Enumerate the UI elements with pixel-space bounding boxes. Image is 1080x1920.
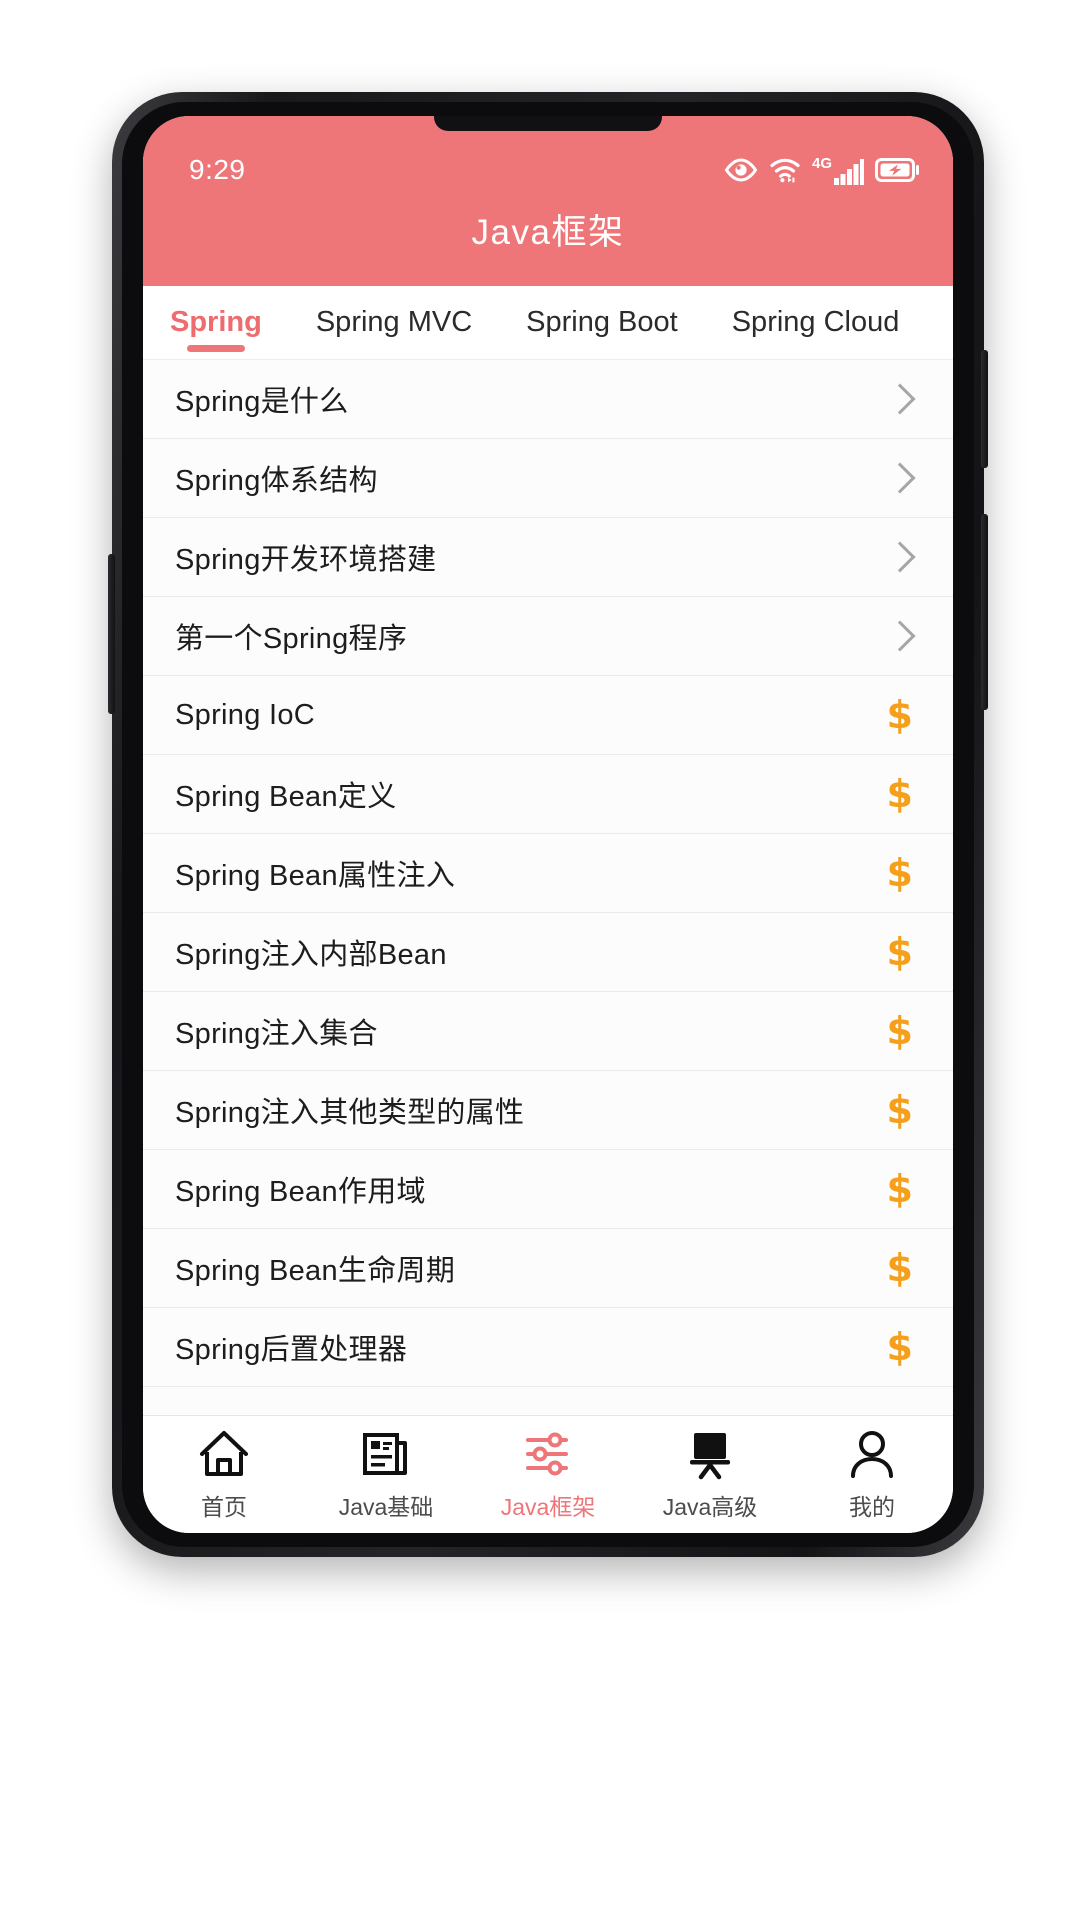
page-title: Java框架 [143, 204, 953, 255]
dollar-icon: $ [887, 696, 913, 734]
nav-label: 首页 [201, 1488, 247, 1522]
sliders-icon [522, 1428, 574, 1480]
tab-label: Spring Cloud [732, 306, 900, 339]
battery-charging-icon [875, 158, 919, 182]
presentation-icon [684, 1428, 736, 1480]
status-bar: 9:29 [143, 152, 953, 188]
nav-item-java-advanced[interactable]: Java高级 [629, 1428, 791, 1522]
nav-label: Java高级 [663, 1488, 758, 1522]
row-label: Spring开发环境搭建 [175, 536, 436, 578]
chevron-right-icon [884, 462, 915, 493]
nav-label: Java基础 [339, 1488, 434, 1522]
row-label: Spring是什么 [175, 378, 349, 420]
home-icon [198, 1428, 250, 1480]
status-time: 9:29 [189, 154, 246, 186]
table-row[interactable]: Spring注入内部Bean $ [143, 913, 953, 992]
volume-button-left[interactable] [108, 554, 115, 714]
row-label: Spring Bean生命周期 [175, 1247, 455, 1289]
tab-spring[interactable]: Spring [143, 286, 289, 360]
phone-screen: 9:29 [143, 116, 953, 1533]
nav-item-home[interactable]: 首页 [143, 1428, 305, 1522]
chevron-right-icon [884, 383, 915, 414]
dollar-icon: $ [887, 1012, 913, 1050]
newspaper-icon [360, 1428, 412, 1480]
row-label: Spring注入其他类型的属性 [175, 1089, 524, 1131]
table-row[interactable]: Spring Bean生命周期 $ [143, 1229, 953, 1308]
table-row[interactable]: Spring体系结构 [143, 439, 953, 518]
nav-item-profile[interactable]: 我的 [791, 1428, 953, 1522]
dollar-icon: $ [887, 1170, 913, 1208]
table-row[interactable]: Spring注入其他类型的属性 $ [143, 1071, 953, 1150]
tab-mybatis-partial[interactable]: M [926, 286, 953, 360]
tab-label: Spring Boot [526, 306, 678, 339]
table-row[interactable]: Spring Bean定义 $ [143, 755, 953, 834]
table-row[interactable]: Spring注入集合 $ [143, 992, 953, 1071]
table-row[interactable]: Spring Bean属性注入 $ [143, 834, 953, 913]
dollar-icon: $ [887, 854, 913, 892]
table-row[interactable]: Spring Bean作用域 $ [143, 1150, 953, 1229]
row-label: 第一个Spring程序 [175, 615, 407, 657]
row-label: Spring后置处理器 [175, 1326, 407, 1368]
dollar-icon: $ [887, 1328, 913, 1366]
row-label: Spring Bean定义 [175, 773, 397, 815]
table-row[interactable]: 第一个Spring程序 [143, 597, 953, 676]
nav-label: Java框架 [501, 1488, 596, 1522]
dollar-icon: $ [887, 1091, 913, 1129]
power-button[interactable] [981, 350, 988, 468]
row-label: Spring Bean作用域 [175, 1168, 426, 1210]
status-icons: 4G [724, 156, 919, 185]
dollar-icon: $ [887, 1249, 913, 1287]
tab-label: Spring [170, 306, 262, 339]
tab-spring-mvc[interactable]: Spring MVC [289, 286, 499, 360]
nav-item-java-basics[interactable]: Java基础 [305, 1428, 467, 1522]
table-row[interactable]: Spring开发环境搭建 [143, 518, 953, 597]
row-label: Spring注入集合 [175, 1010, 378, 1052]
wifi-icon [769, 157, 801, 183]
notch-speaker [434, 116, 662, 131]
nav-label: 我的 [849, 1488, 895, 1522]
bottom-navigation[interactable]: 首页 Java基础 [143, 1415, 953, 1533]
tab-strip[interactable]: Spring Spring MVC Spring Boot Spring Clo… [143, 286, 953, 360]
chevron-right-icon [884, 620, 915, 651]
topic-list[interactable]: Spring是什么 Spring体系结构 Spring开发环境搭建 第一个Spr… [143, 360, 953, 1415]
network-type-label: 4G [812, 156, 832, 171]
row-label: Spring体系结构 [175, 457, 378, 499]
row-label: Spring IoC [175, 699, 315, 732]
row-label: Spring Bean属性注入 [175, 852, 455, 894]
tab-label: Spring MVC [316, 306, 472, 339]
chevron-right-icon [884, 541, 915, 572]
dollar-icon: $ [887, 933, 913, 971]
table-row[interactable]: Spring后置处理器 $ [143, 1308, 953, 1387]
phone-frame: 9:29 [112, 92, 984, 1557]
nav-item-java-frameworks[interactable]: Java框架 [467, 1428, 629, 1522]
table-row[interactable]: Spring是什么 [143, 360, 953, 439]
volume-button-right[interactable] [981, 514, 988, 710]
row-label: Spring注入内部Bean [175, 931, 447, 973]
tab-spring-boot[interactable]: Spring Boot [499, 286, 705, 360]
signal-bars-icon: 4G [812, 156, 864, 185]
tab-spring-cloud[interactable]: Spring Cloud [705, 286, 927, 360]
table-row[interactable]: Spring IoC $ [143, 676, 953, 755]
app-header: 9:29 [143, 116, 953, 286]
dollar-icon: $ [887, 775, 913, 813]
eye-icon [724, 158, 758, 182]
person-icon [846, 1428, 898, 1480]
